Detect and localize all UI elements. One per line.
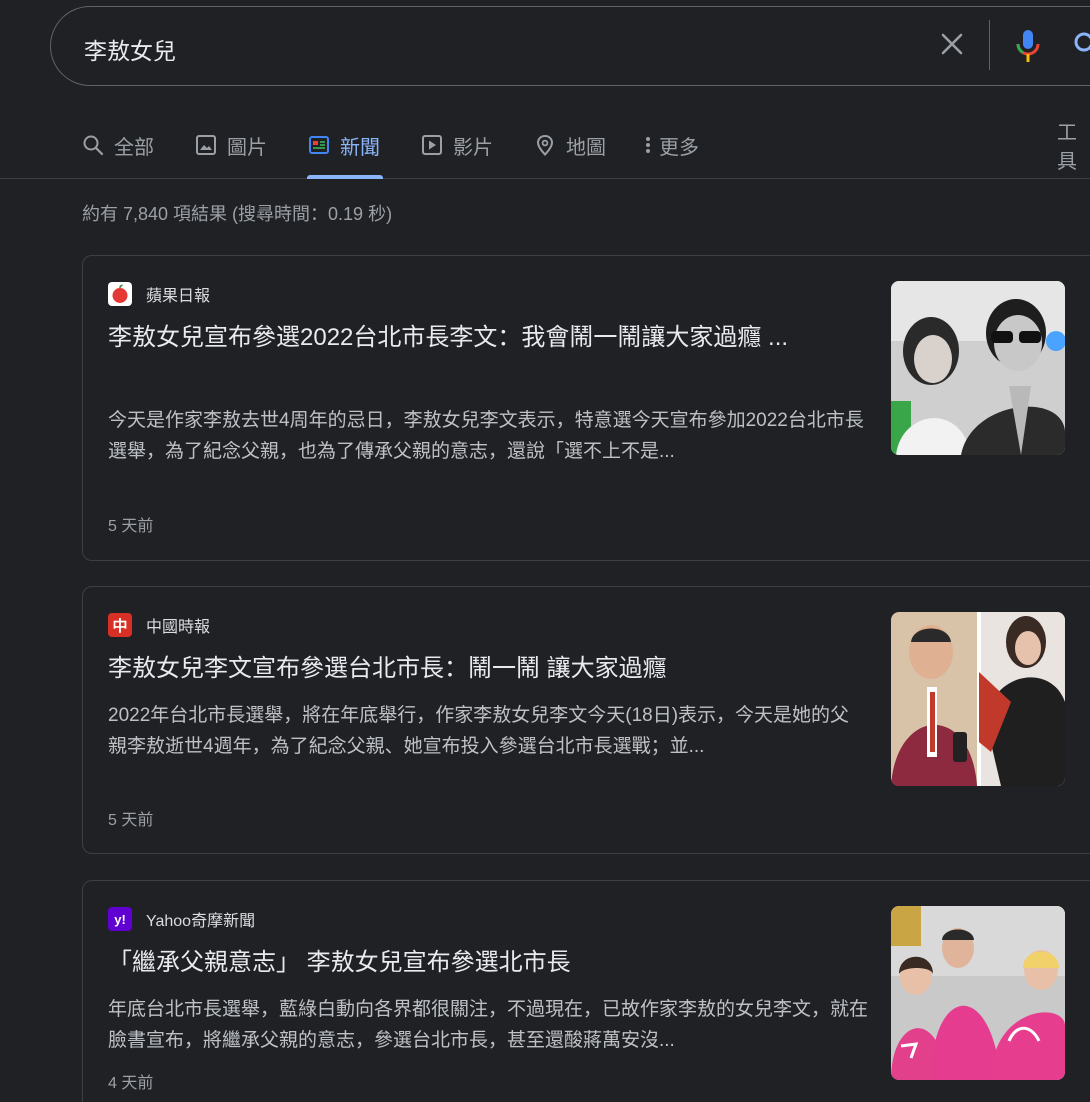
- tab-label: 地圖: [566, 136, 606, 159]
- chinatimes-icon: 中: [108, 613, 132, 637]
- news-snippet: 2022年台北市長選舉，將在年底舉行，作家李敖女兒李文今天(18日)表示，今天是…: [108, 705, 850, 757]
- image-icon: [196, 135, 216, 155]
- tab-label: 更多: [659, 136, 699, 159]
- news-card[interactable]: 蘋果日報 李敖女兒宣布參選2022台北市長李文：我會鬧一鬧讓大家過癮 ... 今…: [82, 255, 1090, 561]
- news-card[interactable]: y! Yahoo奇摩新聞 「繼承父親意志」 李敖女兒宣布參選北市長 年底台北市長…: [82, 880, 1090, 1102]
- apple-icon: [108, 282, 132, 306]
- news-card[interactable]: 中 中國時報 李敖女兒李文宣布參選台北市長：鬧一鬧 讓大家過癮 2022年台北市…: [82, 586, 1090, 854]
- search-icon[interactable]: [1070, 30, 1090, 58]
- search-divider: [989, 20, 990, 70]
- tab-maps[interactable]: 地圖: [534, 130, 606, 160]
- mic-icon[interactable]: [1014, 28, 1042, 64]
- news-thumbnail[interactable]: [891, 612, 1065, 786]
- news-age: 5 天前: [108, 518, 154, 535]
- tab-label: 新聞: [340, 136, 380, 159]
- tab-label: 工具: [1057, 122, 1077, 173]
- source-name: 中國時報: [146, 619, 211, 636]
- news-thumbnail[interactable]: [891, 281, 1065, 455]
- source-name: 蘋果日報: [146, 288, 211, 305]
- news-icon: [309, 136, 329, 154]
- search-tabs: 全部 圖片 新聞 影片 地圖 更多 工具: [0, 110, 1090, 179]
- clear-icon[interactable]: [938, 30, 966, 58]
- result-stats: 約有 7,840 項結果 (搜尋時間：0.19 秒): [82, 204, 393, 224]
- search-results-page: 李敖女兒 全部 圖片 新聞 影片 地圖 更多 工具 約有 7,840 項結果 (…: [0, 0, 1090, 1102]
- tab-images[interactable]: 圖片: [195, 130, 267, 160]
- news-headline[interactable]: 李敖女兒李文宣布參選台北市長：鬧一鬧 讓大家過癮: [108, 651, 858, 687]
- yahoo-icon: y!: [108, 907, 132, 931]
- source-name: Yahoo奇摩新聞: [146, 913, 256, 930]
- tab-label: 圖片: [227, 136, 267, 159]
- news-age: 5 天前: [108, 812, 154, 829]
- news-source[interactable]: 中 中國時報: [108, 613, 210, 637]
- tab-more[interactable]: 更多: [643, 130, 699, 160]
- news-source[interactable]: 蘋果日報: [108, 282, 210, 306]
- search-input[interactable]: 李敖女兒: [84, 32, 176, 66]
- search-box[interactable]: [50, 6, 1090, 86]
- news-headline[interactable]: 李敖女兒宣布參選2022台北市長李文：我會鬧一鬧讓大家過癮 ...: [108, 320, 858, 356]
- tools-button[interactable]: 工具: [1057, 122, 1090, 173]
- news-snippet: 今天是作家李敖去世4周年的忌日，李敖女兒李文表示，特意選今天宣布參加2022台北…: [108, 410, 864, 462]
- news-source[interactable]: y! Yahoo奇摩新聞: [108, 907, 255, 931]
- tab-all[interactable]: 全部: [82, 130, 154, 160]
- more-vert-icon: [646, 137, 650, 153]
- news-thumbnail[interactable]: [891, 906, 1065, 1080]
- news-age: 4 天前: [108, 1075, 154, 1092]
- tab-label: 全部: [114, 136, 154, 159]
- play-icon: [422, 135, 442, 155]
- tab-videos[interactable]: 影片: [421, 130, 493, 160]
- news-snippet: 年底台北市長選舉，藍綠白動向各界都很關注，不過現在，已故作家李敖的女兒李文，就在…: [108, 999, 869, 1051]
- map-pin-icon: [536, 134, 554, 156]
- news-headline[interactable]: 「繼承父親意志」 李敖女兒宣布參選北市長: [108, 945, 858, 981]
- active-tab-indicator: [307, 175, 383, 179]
- search-icon: [83, 135, 104, 156]
- tab-news[interactable]: 新聞: [308, 130, 380, 160]
- tab-label: 影片: [453, 136, 493, 159]
